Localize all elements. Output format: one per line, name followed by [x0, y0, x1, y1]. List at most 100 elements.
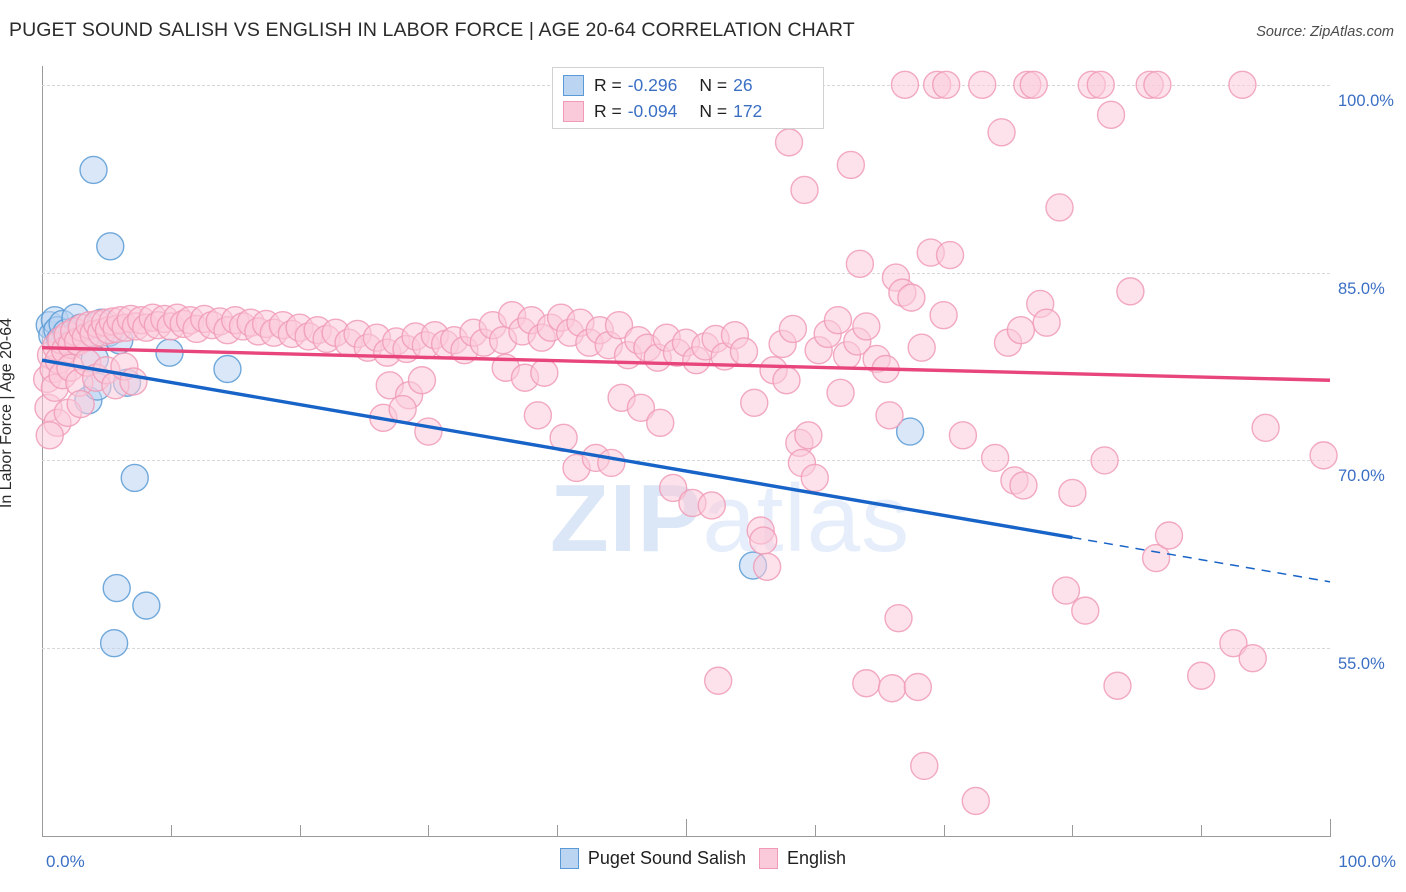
data-point[interactable] — [752, 552, 782, 582]
x-axis-line — [42, 836, 1331, 837]
data-point[interactable] — [704, 666, 733, 695]
data-point[interactable] — [823, 305, 853, 335]
x-axis-tick — [170, 825, 172, 836]
data-point[interactable] — [1086, 70, 1115, 99]
data-point[interactable] — [213, 354, 242, 384]
data-point[interactable] — [897, 283, 926, 312]
y-axis-tick-label: 70.0% — [1338, 467, 1385, 486]
data-point[interactable] — [875, 401, 904, 430]
x-axis-tick — [686, 819, 687, 836]
data-point[interactable] — [910, 751, 939, 781]
scatter-layer — [32, 70, 1338, 816]
legend-n-label-english: N = — [699, 100, 728, 121]
data-point[interactable] — [836, 150, 866, 180]
x-axis-tick — [1330, 819, 1331, 836]
data-point[interactable] — [1051, 576, 1081, 605]
data-point[interactable] — [740, 388, 769, 417]
data-point[interactable] — [980, 443, 1010, 473]
data-point[interactable] — [729, 337, 759, 366]
data-point[interactable] — [884, 603, 913, 633]
legend-item-english[interactable]: English — [759, 848, 846, 869]
data-point[interactable] — [1032, 308, 1061, 337]
data-point[interactable] — [778, 314, 808, 344]
data-point[interactable] — [968, 70, 997, 99]
legend-n-label-salish: N = — [699, 74, 728, 95]
x-axis-tick — [943, 825, 945, 836]
data-point[interactable] — [1045, 193, 1074, 222]
x-axis-tick — [299, 825, 301, 836]
data-point[interactable] — [1238, 644, 1267, 673]
data-point[interactable] — [407, 366, 437, 395]
y-axis-title: In Labor Force | Age 20-64 — [0, 318, 15, 509]
y-axis-tick-label: 100.0% — [1338, 91, 1394, 110]
data-point[interactable] — [1103, 671, 1132, 700]
data-point[interactable] — [119, 367, 148, 396]
data-point[interactable] — [1251, 413, 1280, 443]
legend-label-english: English — [787, 848, 847, 868]
data-point[interactable] — [903, 672, 933, 702]
data-point[interactable] — [929, 300, 958, 330]
data-point[interactable] — [414, 417, 443, 446]
data-point[interactable] — [1009, 471, 1038, 500]
data-point[interactable] — [845, 249, 875, 279]
series-legend: Puget Sound Salish English — [0, 848, 1406, 869]
data-point[interactable] — [120, 463, 149, 493]
data-point[interactable] — [697, 491, 726, 520]
x-axis-tick — [42, 819, 43, 836]
x-axis-tick — [557, 825, 559, 836]
data-point[interactable] — [852, 312, 881, 341]
data-point[interactable] — [102, 573, 131, 603]
legend-r-label-salish: R = — [594, 74, 622, 95]
data-point[interactable] — [1071, 596, 1100, 625]
data-point[interactable] — [890, 70, 920, 99]
data-point[interactable] — [99, 628, 129, 658]
data-point[interactable] — [35, 421, 64, 450]
legend-swatch-english — [563, 100, 584, 122]
data-point[interactable] — [530, 358, 559, 387]
data-point[interactable] — [1096, 100, 1126, 130]
legend-row-salish: R = -0.296 N = 26 — [563, 72, 753, 98]
trendline-puget-sound-salish — [41, 358, 1073, 540]
source-attribution: Source: ZipAtlas.com — [1256, 24, 1394, 40]
data-point[interactable] — [646, 408, 675, 438]
data-point[interactable] — [1019, 70, 1048, 99]
data-point[interactable] — [1309, 441, 1338, 470]
data-point[interactable] — [1143, 70, 1172, 99]
data-point[interactable] — [79, 155, 108, 185]
data-point[interactable] — [800, 463, 829, 493]
data-point[interactable] — [826, 378, 855, 407]
data-point[interactable] — [132, 591, 161, 620]
data-point[interactable] — [66, 389, 95, 419]
data-point[interactable] — [388, 394, 417, 424]
legend-n-value-salish: 26 — [733, 74, 753, 95]
data-point[interactable] — [961, 786, 990, 816]
y-axis-tick-label: 55.0% — [1338, 655, 1385, 674]
legend-item-salish[interactable]: Puget Sound Salish — [559, 848, 747, 869]
data-point[interactable] — [774, 128, 804, 157]
legend-label-salish: Puget Sound Salish — [587, 848, 747, 868]
data-point[interactable] — [1006, 315, 1036, 345]
data-point[interactable] — [1116, 277, 1145, 306]
data-point[interactable] — [794, 421, 823, 450]
data-point[interactable] — [772, 366, 801, 395]
data-point[interactable] — [948, 421, 978, 450]
data-point[interactable] — [790, 175, 819, 205]
y-axis-tick-label: 85.0% — [1338, 279, 1385, 298]
data-point[interactable] — [931, 70, 961, 99]
data-point[interactable] — [523, 401, 553, 430]
x-axis-tick — [1201, 825, 1203, 836]
data-point[interactable] — [1228, 70, 1257, 99]
data-point[interactable] — [749, 526, 778, 555]
data-point[interactable] — [1154, 521, 1184, 550]
legend-row-english: R = -0.094 N = 172 — [563, 98, 762, 124]
data-point[interactable] — [852, 669, 881, 698]
data-point[interactable] — [96, 232, 125, 261]
data-point[interactable] — [877, 674, 907, 703]
data-point[interactable] — [907, 333, 936, 362]
data-point[interactable] — [1090, 446, 1119, 475]
data-point[interactable] — [935, 240, 965, 270]
data-point[interactable] — [597, 448, 626, 478]
data-point[interactable] — [1186, 661, 1216, 690]
data-point[interactable] — [987, 118, 1016, 147]
data-point[interactable] — [1058, 478, 1087, 508]
